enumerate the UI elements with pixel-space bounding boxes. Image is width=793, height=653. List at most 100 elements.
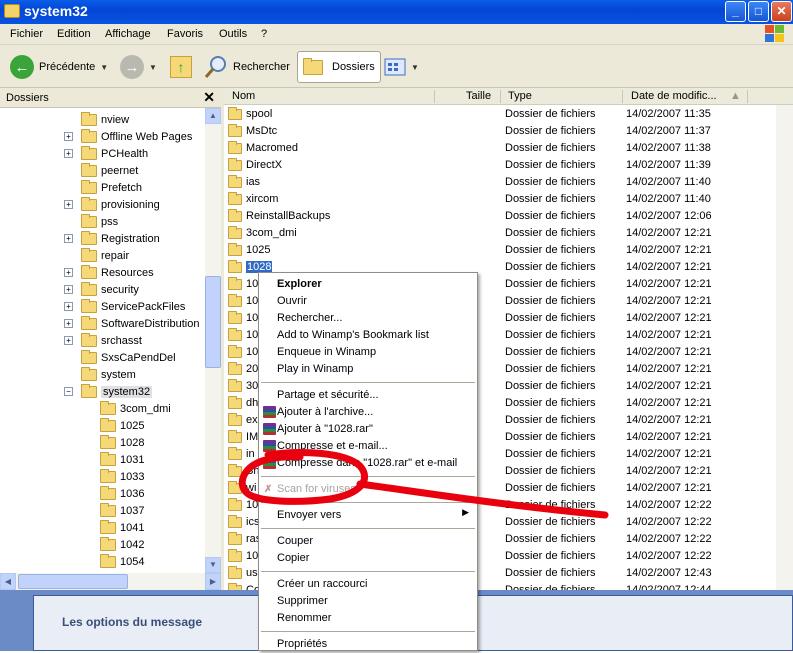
tree-item[interactable]: peernet bbox=[64, 162, 138, 179]
close-pane-button[interactable]: ✕ bbox=[203, 89, 215, 106]
tree-item[interactable]: SxsCaPendDel bbox=[64, 349, 176, 366]
tree-item[interactable]: 1025 bbox=[100, 417, 144, 434]
tree-item[interactable]: + srchasst bbox=[64, 332, 142, 349]
expand-toggle-icon[interactable]: + bbox=[64, 336, 73, 345]
tree-item[interactable]: + security bbox=[64, 281, 139, 298]
maximize-button[interactable]: □ bbox=[748, 1, 769, 22]
context-menu-item[interactable]: Explorer bbox=[259, 276, 477, 293]
scroll-right-icon[interactable]: ▶ bbox=[205, 573, 221, 590]
context-menu-item[interactable]: Couper bbox=[259, 533, 477, 550]
context-menu-item[interactable]: Ouvrir bbox=[259, 293, 477, 310]
tree-item[interactable]: 1054 bbox=[100, 553, 144, 570]
folders-button[interactable]: Dossiers bbox=[297, 51, 381, 83]
menu-affichage[interactable]: Affichage bbox=[105, 28, 151, 40]
context-menu-item[interactable]: Supprimer bbox=[259, 593, 477, 610]
tree-item[interactable]: + SoftwareDistribution bbox=[64, 315, 199, 332]
minimize-button[interactable]: _ bbox=[725, 1, 746, 22]
expand-toggle-icon[interactable]: + bbox=[64, 285, 73, 294]
scroll-thumb[interactable] bbox=[205, 276, 221, 368]
context-menu-item[interactable]: Add to Winamp's Bookmark list bbox=[259, 327, 477, 344]
file-row[interactable]: DirectX Dossier de fichiers 14/02/2007 11:… bbox=[224, 157, 776, 174]
context-menu-item[interactable]: Ajouter à l'archive... bbox=[259, 404, 477, 421]
tree-item[interactable]: 1031 bbox=[100, 451, 144, 468]
context-menu-item[interactable]: Compresse dans "1028.rar" et e-mail bbox=[259, 455, 477, 472]
expand-toggle-icon[interactable]: − bbox=[64, 387, 73, 396]
menu-help[interactable]: ? bbox=[261, 28, 267, 40]
tree-item[interactable]: + Registration bbox=[64, 230, 160, 247]
expand-toggle-icon[interactable]: + bbox=[64, 149, 73, 158]
expand-toggle-icon[interactable]: + bbox=[64, 319, 73, 328]
back-button[interactable]: ← Précédente ▼ bbox=[10, 51, 108, 83]
scroll-down-icon[interactable]: ▼ bbox=[205, 557, 221, 573]
views-button[interactable]: ▼ bbox=[384, 51, 419, 83]
context-menu-item[interactable]: Partage et sécurité... bbox=[259, 387, 477, 404]
context-menu-item[interactable]: Play in Winamp bbox=[259, 361, 477, 378]
column-size[interactable]: Taille bbox=[466, 90, 491, 104]
column-separator[interactable] bbox=[434, 90, 435, 103]
menu-edition[interactable]: Edition bbox=[57, 28, 91, 40]
tree-item[interactable]: 1033 bbox=[100, 468, 144, 485]
scroll-left-icon[interactable]: ◀ bbox=[0, 573, 16, 590]
column-separator[interactable] bbox=[622, 90, 623, 103]
file-row[interactable]: MsDtc Dossier de fichiers 14/02/2007 11:37 bbox=[224, 123, 776, 140]
expand-toggle-icon[interactable]: + bbox=[64, 132, 73, 141]
context-menu-item[interactable]: Enqueue in Winamp bbox=[259, 344, 477, 361]
context-menu-item[interactable]: Compresse et e-mail... bbox=[259, 438, 477, 455]
context-menu-item[interactable]: Renommer bbox=[259, 610, 477, 627]
menu-outils[interactable]: Outils bbox=[219, 28, 247, 40]
expand-toggle-icon[interactable]: + bbox=[64, 234, 73, 243]
tree-item[interactable]: + Resources bbox=[64, 264, 154, 281]
tree-item[interactable]: Prefetch bbox=[64, 179, 142, 196]
tree-item[interactable]: 1028 bbox=[100, 434, 144, 451]
tree-item[interactable]: + PCHealth bbox=[64, 145, 148, 162]
tree-item[interactable]: + Offline Web Pages bbox=[64, 128, 192, 145]
tree-item[interactable]: system bbox=[64, 366, 136, 383]
context-menu-item[interactable]: Rechercher... bbox=[259, 310, 477, 327]
file-row[interactable]: ias Dossier de fichiers 14/02/2007 11:40 bbox=[224, 174, 776, 191]
list-vertical-scrollbar[interactable] bbox=[776, 105, 793, 590]
forward-button[interactable]: → ▼ bbox=[120, 51, 157, 83]
folder-tree[interactable]: nview + Offline Web Pages + PCHealth peernet P… bbox=[0, 108, 205, 573]
file-row[interactable]: Macromed Dossier de fichiers 14/02/2007 11… bbox=[224, 140, 776, 157]
expand-toggle-icon[interactable]: + bbox=[64, 200, 73, 209]
file-row[interactable]: ReinstallBackups Dossier de fichiers 14/02… bbox=[224, 208, 776, 225]
column-type[interactable]: Type bbox=[508, 90, 532, 104]
title-bar[interactable]: system32 _ □ ✕ bbox=[0, 0, 793, 24]
column-separator[interactable] bbox=[500, 90, 501, 103]
tree-item[interactable]: pss bbox=[64, 213, 118, 230]
search-button[interactable]: Rechercher bbox=[204, 51, 290, 83]
tree-item[interactable]: 1036 bbox=[100, 485, 144, 502]
tree-item[interactable]: nview bbox=[64, 111, 129, 128]
expand-toggle-icon[interactable]: + bbox=[64, 302, 73, 311]
tree-item[interactable]: repair bbox=[64, 247, 129, 264]
scroll-up-icon[interactable]: ▲ bbox=[205, 108, 221, 124]
file-row[interactable]: 1025 Dossier de fichiers 14/02/2007 12:21 bbox=[224, 242, 776, 259]
context-menu-item[interactable]: Propriétés bbox=[259, 636, 477, 653]
column-separator[interactable] bbox=[747, 90, 748, 103]
file-row[interactable]: spool Dossier de fichiers 14/02/2007 11:35 bbox=[224, 106, 776, 123]
tree-item[interactable]: + ServicePackFiles bbox=[64, 298, 185, 315]
column-name[interactable]: Nom bbox=[232, 90, 255, 104]
tree-item[interactable]: 3com_dmi bbox=[100, 400, 171, 417]
up-folder-button[interactable]: ↑ bbox=[170, 51, 192, 83]
menu-favoris[interactable]: Favoris bbox=[167, 28, 203, 40]
context-menu: Explorer Ouvrir Rechercher... Add to Winamp… bbox=[258, 272, 478, 651]
expand-toggle-icon[interactable]: + bbox=[64, 268, 73, 277]
tree-item[interactable]: − system32 bbox=[64, 383, 153, 400]
context-menu-item[interactable]: Copier bbox=[259, 550, 477, 567]
tree-vertical-scrollbar[interactable]: ▲ ▼ bbox=[205, 108, 221, 573]
close-button[interactable]: ✕ bbox=[771, 1, 792, 22]
tree-item[interactable]: 1037 bbox=[100, 502, 144, 519]
context-menu-item[interactable]: Ajouter à "1028.rar" bbox=[259, 421, 477, 438]
tree-item[interactable]: 1041 bbox=[100, 519, 144, 536]
tree-item[interactable]: 1042 bbox=[100, 536, 144, 553]
context-menu-item[interactable]: Créer un raccourci bbox=[259, 576, 477, 593]
menu-fichier[interactable]: Fichier bbox=[10, 28, 43, 40]
file-row[interactable]: 3com_dmi Dossier de fichiers 14/02/2007 12… bbox=[224, 225, 776, 242]
file-row[interactable]: xircom Dossier de fichiers 14/02/2007 11:4… bbox=[224, 191, 776, 208]
context-menu-item[interactable]: Envoyer vers ▶ bbox=[259, 507, 477, 524]
scroll-thumb[interactable] bbox=[18, 574, 128, 589]
tree-horizontal-scrollbar[interactable]: ◀ ▶ bbox=[0, 573, 221, 590]
column-date[interactable]: Date de modific... bbox=[631, 90, 717, 104]
tree-item[interactable]: + provisioning bbox=[64, 196, 160, 213]
